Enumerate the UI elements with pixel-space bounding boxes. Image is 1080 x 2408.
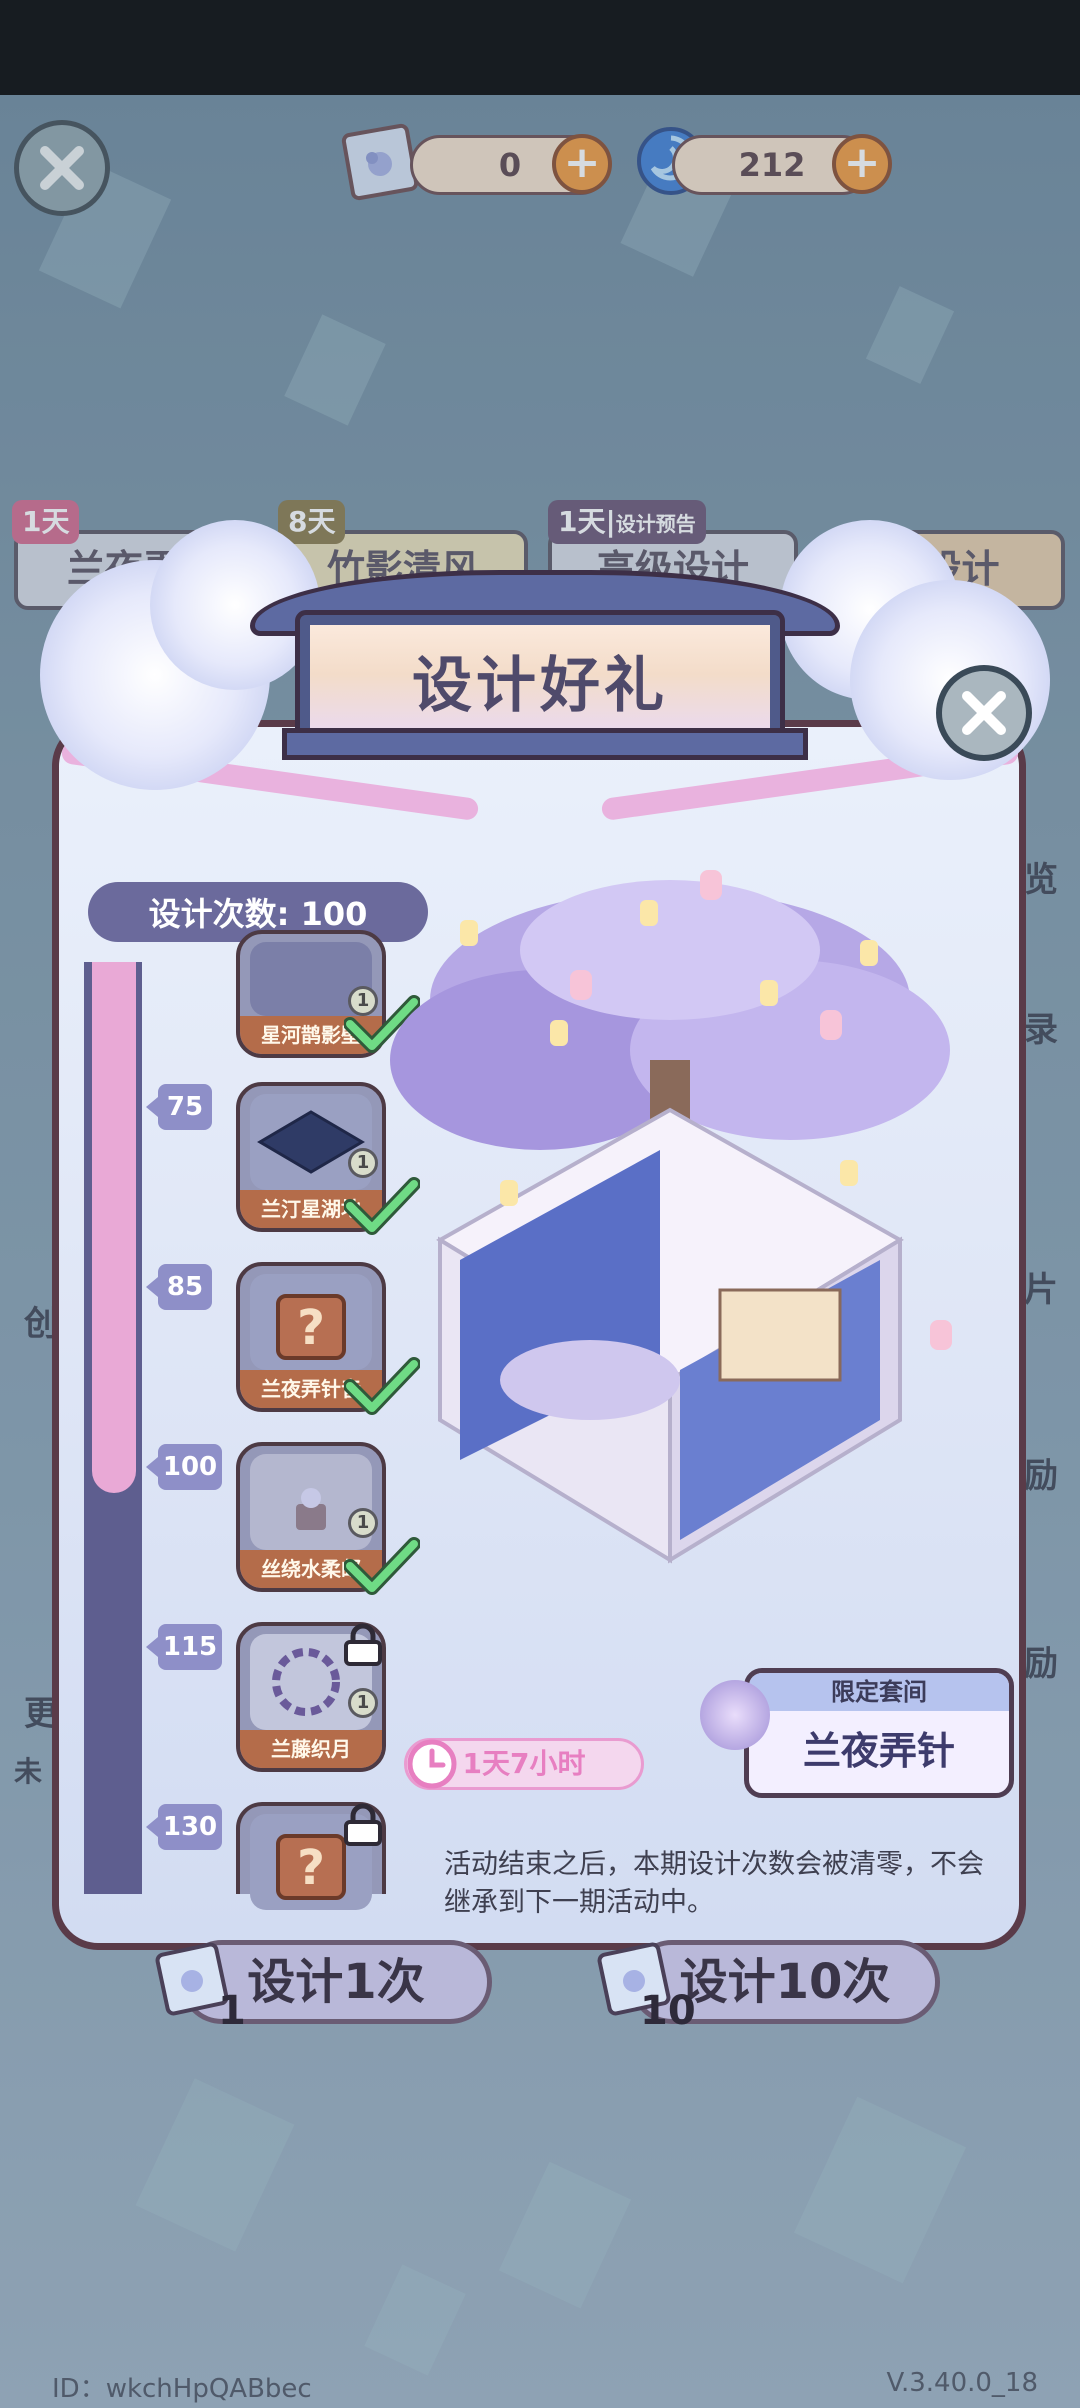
- modal-title: 设计好礼: [295, 610, 785, 750]
- wisteria-flower: [700, 1680, 770, 1750]
- limited-room-card[interactable]: 限定套间 兰夜弄针: [744, 1668, 1014, 1798]
- notice-text: 活动结束之后，本期设计次数会被清零，不会继承到下一期活动中。: [444, 1849, 984, 1918]
- room-illustration: [390, 870, 952, 1564]
- title-beam: [282, 728, 808, 760]
- design-ten-label: 设计10次: [679, 1954, 891, 2010]
- limited-label: 限定套间: [749, 1673, 1009, 1711]
- room-name: 兰夜弄针: [802, 1729, 955, 1773]
- player-id: ID：wkchHpQABbec: [52, 2374, 312, 2404]
- clock-icon: [407, 1739, 457, 1789]
- progress-fill: [92, 962, 136, 1493]
- svg-text:?: ?: [297, 1300, 325, 1356]
- modal-title-text: 设计好礼: [412, 650, 668, 721]
- version-label: V.3.40.0_18: [886, 2368, 1038, 2398]
- countdown-timer: 1天7小时: [404, 1738, 644, 1790]
- milestone-badge: 75: [146, 1084, 212, 1130]
- timer-text: 1天7小时: [462, 1747, 586, 1780]
- milestone-badge: 115: [146, 1624, 222, 1670]
- milestone-badge: 85: [146, 1264, 212, 1310]
- design-once-label: 设计1次: [247, 1954, 425, 2010]
- reward-quantity: 1: [348, 1688, 378, 1718]
- lock-icon: [344, 1803, 382, 1846]
- design-ten-count: 10: [640, 1988, 696, 2034]
- close-x-icon: [962, 691, 1006, 735]
- modal-close-button[interactable]: [936, 665, 1032, 761]
- design-once-count: 1: [218, 1988, 246, 2034]
- reward-name: 兰藤织月: [240, 1730, 382, 1768]
- design-count-text: 设计次数: 100: [148, 895, 368, 933]
- room-cutaway: [436, 1107, 904, 1564]
- milestone-badge: 100: [146, 1444, 222, 1490]
- svg-text:?: ?: [297, 1840, 325, 1896]
- milestone-badge: 130: [146, 1804, 222, 1850]
